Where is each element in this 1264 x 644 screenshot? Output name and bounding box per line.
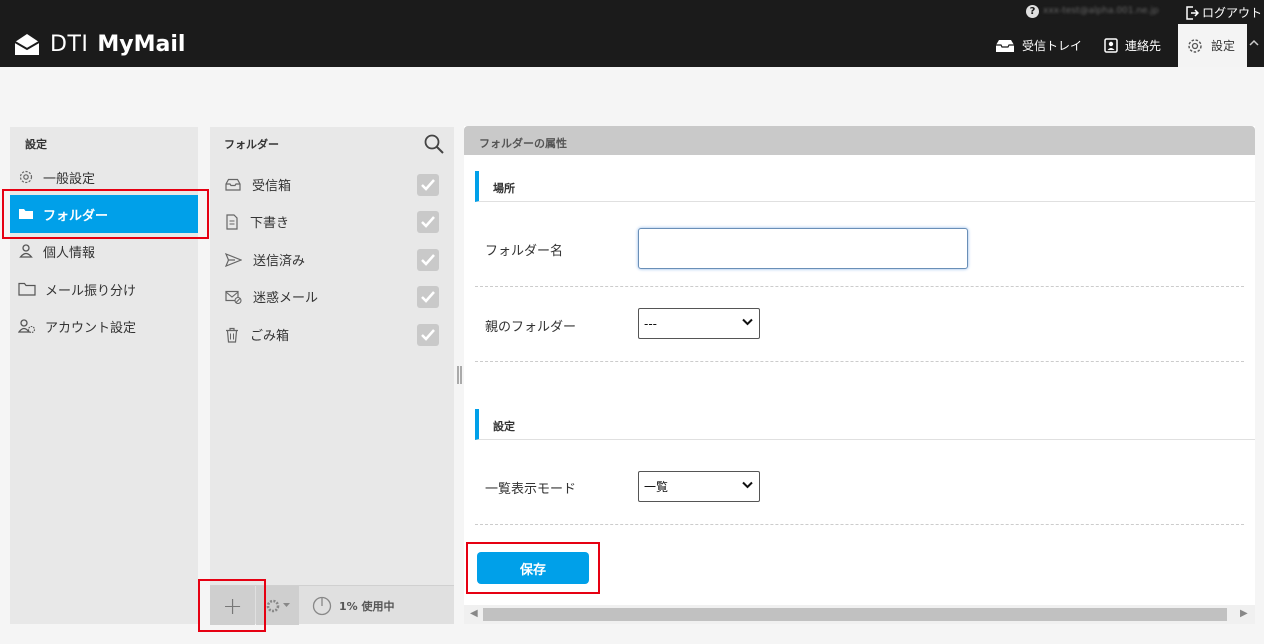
scroll-right-icon[interactable]: ▶: [1240, 608, 1248, 619]
gear-icon: [266, 599, 280, 612]
chevron-down-icon: [742, 481, 753, 489]
display-mode-row: 一覧表示モード: [475, 440, 1244, 525]
brand-name-mymail: MyMail: [97, 32, 186, 57]
chevron-up-icon[interactable]: [1249, 38, 1259, 48]
person-icon: [19, 244, 33, 258]
folder-label: 送信済み: [253, 254, 306, 269]
panel-splitter-handle[interactable]: [457, 366, 462, 384]
logout-label: ログアウト: [1202, 6, 1263, 20]
horizontal-scrollbar[interactable]: ◀ ▶: [464, 605, 1255, 624]
folder-label: 受信箱: [252, 179, 292, 194]
folder-name-input[interactable]: [638, 228, 968, 269]
scrollbar-thumb[interactable]: [483, 608, 1227, 621]
top-strip: ? xxx-test@alpha.001.ne.jp ログアウト: [0, 0, 1264, 24]
subscribe-checkbox[interactable]: [417, 249, 439, 271]
sidebar-item-label: メール振り分け: [45, 283, 137, 299]
sidebar-item-personal[interactable]: 個人情報: [10, 232, 198, 270]
properties-title: フォルダーの属性: [479, 137, 567, 150]
folder-label: ごみ箱: [250, 329, 290, 344]
trash-icon: [226, 327, 238, 343]
subscribe-checkbox[interactable]: [417, 211, 439, 233]
section-settings: 設定: [475, 409, 1255, 440]
list-item[interactable]: 迷惑メール: [210, 278, 454, 315]
caret-down-icon: [283, 603, 290, 607]
folder-list-title: フォルダー: [224, 138, 279, 151]
search-icon[interactable]: [423, 133, 445, 155]
sidebar-item-label: アカウント設定: [45, 320, 137, 336]
sidebar-item-general[interactable]: 一般設定: [10, 158, 198, 196]
nav-settings-label: 設定: [1211, 39, 1236, 53]
sidebar-item-folders[interactable]: フォルダー: [10, 195, 198, 233]
app-header: DTI MyMail 受信トレイ 連絡先 設定: [0, 24, 1264, 67]
brand-name-dti: DTI: [50, 32, 89, 57]
usage-label: 1% 使用中: [339, 600, 395, 613]
usage-gauge-icon: [312, 596, 332, 616]
inbox-tray-icon: [996, 39, 1014, 52]
sidebar-title: 設定: [25, 138, 47, 151]
brand-logo[interactable]: DTI MyMail: [13, 32, 185, 57]
subscribe-checkbox[interactable]: [417, 324, 439, 346]
mail-logo-icon: [14, 33, 40, 55]
section-location: 場所: [475, 171, 1255, 202]
sidebar-item-label: 一般設定: [43, 171, 96, 187]
folder-label: 下書き: [250, 216, 290, 231]
section-title: 設定: [493, 420, 515, 433]
sidebar-item-account[interactable]: アカウント設定: [10, 307, 198, 345]
save-button[interactable]: 保存: [477, 552, 589, 584]
display-mode-label: 一覧表示モード: [485, 482, 577, 497]
list-item[interactable]: 下書き: [210, 203, 454, 240]
document-icon: [226, 213, 238, 230]
list-item[interactable]: ごみ箱: [210, 316, 454, 353]
logout-link[interactable]: ログアウト: [1185, 4, 1262, 21]
folder-name-label: フォルダー名: [485, 244, 564, 259]
parent-folder-label: 親のフォルダー: [485, 320, 577, 335]
display-mode-select[interactable]: 一覧: [638, 471, 760, 502]
folder-icon: [19, 209, 33, 219]
gear-icon: [19, 170, 33, 184]
sidebar-item-filters[interactable]: メール振り分け: [10, 270, 198, 308]
folder-label: 迷惑メール: [253, 291, 319, 306]
section-title: 場所: [493, 182, 515, 195]
gear-icon: [1188, 38, 1202, 53]
nav-inbox-label: 受信トレイ: [1022, 39, 1083, 53]
properties-header: フォルダーの属性: [464, 126, 1255, 155]
parent-folder-value: ---: [644, 316, 657, 331]
list-item[interactable]: 受信箱: [210, 166, 454, 203]
chevron-down-icon: [742, 318, 753, 326]
send-icon: [225, 252, 242, 267]
sidebar-item-label: フォルダー: [43, 208, 109, 224]
nav-contacts[interactable]: 連絡先: [1104, 24, 1161, 67]
spam-icon: [225, 290, 242, 304]
subscribe-checkbox[interactable]: [417, 286, 439, 308]
nav-contacts-label: 連絡先: [1125, 39, 1162, 53]
folder-properties-panel: フォルダーの属性 場所 フォルダー名 親のフォルダー --- 設定 一覧表示モー…: [464, 126, 1255, 624]
folder-outline-icon: [18, 282, 36, 296]
folder-actions-button[interactable]: [256, 586, 299, 625]
contacts-icon: [1104, 38, 1118, 53]
subscribe-checkbox[interactable]: [417, 174, 439, 196]
display-mode-value: 一覧: [644, 480, 669, 494]
nav-inbox[interactable]: 受信トレイ: [995, 24, 1082, 67]
settings-sidebar: 設定 一般設定 フォルダー 個人情報 メール振り分け アカウント設定: [10, 127, 198, 624]
parent-folder-select[interactable]: ---: [638, 308, 760, 339]
list-item[interactable]: 送信済み: [210, 241, 454, 278]
help-icon[interactable]: ?: [1026, 5, 1039, 18]
scroll-left-icon[interactable]: ◀: [470, 608, 478, 619]
nav-settings[interactable]: 設定: [1178, 24, 1247, 67]
inbox-icon: [225, 178, 241, 191]
folder-list-footer: + 1% 使用中: [210, 585, 454, 625]
user-email: xxx-test@alpha.001.ne.jp: [1043, 6, 1159, 16]
logout-icon: [1186, 5, 1199, 20]
parent-folder-row: 親のフォルダー: [475, 287, 1244, 362]
account-gear-icon: [18, 319, 36, 334]
folder-list-panel: フォルダー 受信箱 下書き 送信済み 迷惑メール ごみ箱 + 1% 使用中: [210, 127, 454, 625]
storage-usage: 1% 使用中: [312, 596, 395, 616]
add-folder-button[interactable]: +: [210, 586, 255, 625]
sidebar-item-label: 個人情報: [43, 245, 96, 261]
